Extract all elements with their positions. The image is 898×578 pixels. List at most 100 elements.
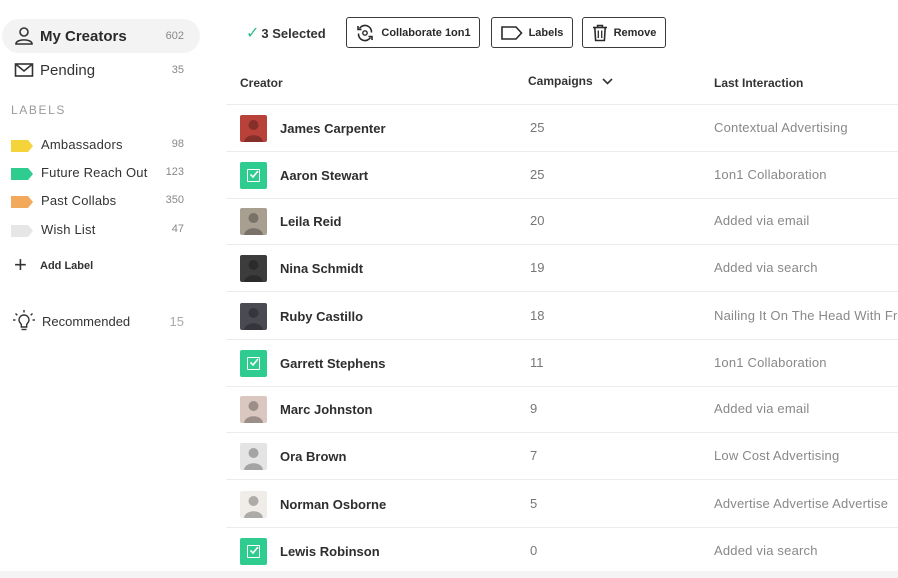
tag-icon: [11, 225, 33, 237]
last-interaction: Nailing It On The Head With Free: [714, 307, 898, 323]
table-row[interactable]: Garrett Stephens 11 1on1 Collaboration: [226, 340, 898, 387]
nav-item-my-creators[interactable]: My Creators 602: [2, 19, 200, 53]
campaigns-count: 25: [530, 166, 545, 182]
last-interaction: Added via search: [714, 542, 818, 558]
last-interaction: Low Cost Advertising: [714, 447, 840, 463]
creator-name[interactable]: Aaron Stewart: [280, 168, 368, 183]
creator-name[interactable]: James Carpenter: [280, 121, 386, 136]
label-text: Past Collabs: [41, 193, 117, 208]
creator-name[interactable]: Ora Brown: [280, 449, 346, 464]
toolbar: ✓ 3 Selected Collaborate 1on1 Labels Rem…: [226, 14, 898, 50]
label-count: 98: [171, 138, 184, 150]
collaborate-label: Collaborate 1on1: [381, 26, 471, 39]
lightbulb-icon: [13, 310, 35, 331]
table-row[interactable]: Lewis Robinson 0 Added via search: [226, 528, 898, 575]
label-count: 47: [171, 223, 184, 235]
table-row[interactable]: Nina Schmidt 19 Added via search: [226, 245, 898, 292]
campaigns-count: 19: [530, 259, 545, 275]
creator-name[interactable]: Ruby Castillo: [280, 309, 363, 324]
last-interaction: 1on1 Collaboration: [714, 354, 827, 370]
labels-heading: LABELS: [11, 103, 66, 117]
remove-button-label: Remove: [613, 26, 657, 39]
campaigns-count: 18: [530, 307, 545, 323]
tag-icon: [11, 196, 33, 208]
creator-name[interactable]: Marc Johnston: [280, 402, 372, 417]
nav-label: My Creators: [40, 27, 127, 45]
nav-item-recommended[interactable]: Recommended 15: [12, 309, 202, 333]
tag-outline-icon: [500, 25, 523, 40]
avatar[interactable]: [240, 115, 267, 142]
collaborate-1on1-button[interactable]: Collaborate 1on1: [346, 17, 480, 48]
creator-name[interactable]: Nina Schmidt: [280, 261, 363, 276]
avatar[interactable]: [240, 303, 267, 330]
label-count: 350: [165, 194, 184, 206]
table-row[interactable]: Marc Johnston 9 Added via email: [226, 386, 898, 433]
last-interaction: Advertise Advertise Advertise: [714, 495, 889, 511]
labels-button[interactable]: Labels: [491, 17, 573, 48]
label-item-future-reach-out[interactable]: Future Reach Out 123: [0, 162, 200, 184]
sidebar: My Creators 602 Pending 35 LABELS Ambass…: [0, 0, 210, 578]
label-text: Ambassadors: [41, 137, 123, 152]
campaigns-count: 5: [530, 495, 538, 511]
chevron-down-icon: [602, 78, 613, 85]
label-text: Wish List: [41, 222, 96, 237]
table-header: Creator Campaigns Last Interaction: [226, 60, 898, 105]
row-checkbox-checked[interactable]: [240, 162, 267, 189]
checkbox-check-icon: [247, 357, 260, 370]
label-item-wish-list[interactable]: Wish List 47: [0, 219, 200, 241]
nav-count: 602: [165, 30, 184, 42]
add-label-button[interactable]: + Add Label: [12, 252, 132, 277]
labels-button-label: Labels: [528, 26, 564, 39]
label-item-past-collabs[interactable]: Past Collabs 350: [0, 190, 200, 212]
label-count: 123: [165, 166, 184, 178]
app-window: My Creators 602 Pending 35 LABELS Ambass…: [0, 0, 898, 578]
plus-icon: +: [14, 252, 27, 277]
campaigns-header-text: Campaigns: [528, 74, 593, 88]
last-interaction: 1on1 Collaboration: [714, 166, 827, 182]
table-row[interactable]: Aaron Stewart 25 1on1 Collaboration: [226, 152, 898, 199]
avatar[interactable]: [240, 491, 267, 518]
creator-name[interactable]: Norman Osborne: [280, 497, 386, 512]
table-row[interactable]: Leila Reid 20 Added via email: [226, 198, 898, 245]
creator-name[interactable]: Lewis Robinson: [280, 544, 380, 559]
checkbox-check-icon: [247, 169, 260, 182]
checkbox-check-icon: [247, 545, 260, 558]
label-item-ambassadors[interactable]: Ambassadors 98: [0, 134, 200, 156]
nav-count: 35: [171, 64, 184, 76]
campaigns-count: 7: [530, 447, 538, 463]
avatar[interactable]: [240, 396, 267, 423]
column-header-campaigns[interactable]: Campaigns: [528, 74, 613, 88]
selected-count-text: 3 Selected: [261, 26, 326, 41]
nav-item-pending[interactable]: Pending 35: [2, 53, 200, 87]
checkmark-icon: ✓: [246, 25, 260, 42]
avatar[interactable]: [240, 208, 267, 235]
last-interaction: Added via search: [714, 259, 818, 275]
campaigns-count: 0: [530, 542, 538, 558]
add-label-text: Add Label: [40, 260, 94, 272]
recommended-label: Recommended: [42, 314, 131, 329]
last-interaction: Added via email: [714, 400, 810, 416]
campaigns-count: 20: [530, 212, 545, 228]
creator-name[interactable]: Leila Reid: [280, 214, 341, 229]
tag-icon: [11, 168, 33, 180]
table-row[interactable]: Ora Brown 7 Low Cost Advertising: [226, 433, 898, 480]
nav-label: Pending: [40, 61, 96, 79]
bottom-scroll-area: [0, 571, 898, 578]
row-checkbox-checked[interactable]: [240, 538, 267, 565]
avatar[interactable]: [240, 443, 267, 470]
table-row[interactable]: James Carpenter 25 Contextual Advertising: [226, 105, 898, 152]
remove-button[interactable]: Remove: [582, 17, 666, 48]
person-icon: [15, 27, 33, 45]
last-interaction: Added via email: [714, 212, 810, 228]
avatar[interactable]: [240, 255, 267, 282]
table-row[interactable]: Ruby Castillo 18 Nailing It On The Head Wi…: [226, 293, 898, 340]
trash-icon: [592, 24, 607, 41]
envelope-icon: [14, 63, 34, 77]
creator-name[interactable]: Garrett Stephens: [280, 356, 385, 371]
column-header-last-interaction[interactable]: Last Interaction: [714, 76, 803, 90]
selection-status: ✓ 3 Selected: [246, 23, 326, 43]
row-checkbox-checked[interactable]: [240, 350, 267, 377]
column-header-creator[interactable]: Creator: [240, 76, 283, 90]
tag-icon: [11, 140, 33, 152]
table-row[interactable]: Norman Osborne 5 Advertise Advertise Adver…: [226, 481, 898, 528]
